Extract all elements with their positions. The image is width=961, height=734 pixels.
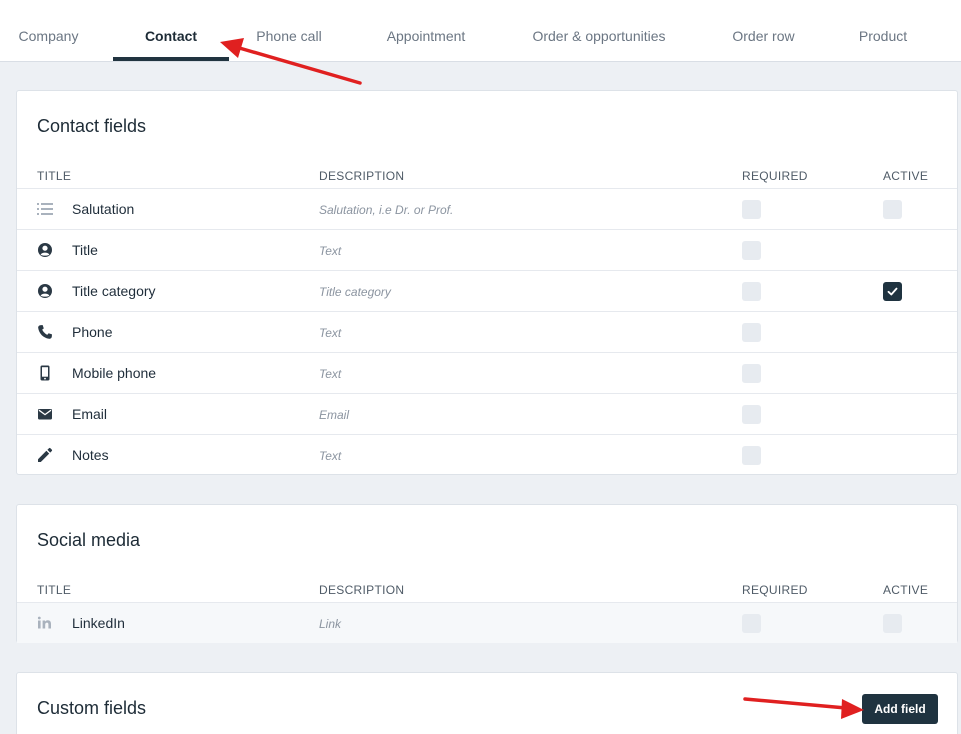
required-checkbox[interactable]	[742, 282, 761, 301]
field-row-title-category: Title category Title category	[17, 270, 957, 311]
custom-fields-title: Custom fields	[37, 698, 147, 718]
mobile-phone-icon	[37, 365, 53, 381]
column-active-header: ACTIVE	[883, 583, 929, 597]
custom-fields-card: Custom fields Add field	[16, 672, 958, 734]
field-description: Title category	[319, 285, 391, 299]
required-checkbox[interactable]	[742, 614, 761, 633]
field-row-phone: Phone Text	[17, 311, 957, 352]
active-tab-indicator	[113, 57, 229, 61]
tab-order-opportunities[interactable]: Order & opportunities	[513, 0, 685, 61]
envelope-icon	[37, 406, 53, 422]
tab-product[interactable]: Product	[843, 0, 923, 61]
active-checkbox[interactable]	[883, 614, 902, 633]
column-description-header: DESCRIPTION	[319, 169, 405, 183]
column-required-header: REQUIRED	[742, 169, 808, 183]
field-title: Salutation	[72, 201, 135, 217]
active-checkbox-checked[interactable]	[883, 282, 902, 301]
required-checkbox[interactable]	[742, 323, 761, 342]
required-checkbox[interactable]	[742, 364, 761, 383]
social-media-title: Social media	[37, 530, 141, 550]
user-circle-icon	[37, 283, 53, 299]
field-row-email: Email Email	[17, 393, 957, 434]
field-title: Title category	[72, 283, 156, 299]
column-description-header: DESCRIPTION	[319, 583, 405, 597]
field-title: Mobile phone	[72, 365, 157, 381]
add-field-button[interactable]: Add field	[862, 694, 938, 724]
column-title-header: TITLE	[37, 169, 72, 183]
tab-phone-call[interactable]: Phone call	[240, 0, 338, 61]
list-icon	[37, 201, 53, 217]
column-required-header: REQUIRED	[742, 583, 808, 597]
social-media-card: Social media TITLE DESCRIPTION REQUIRED …	[16, 504, 958, 643]
field-title: LinkedIn	[72, 615, 125, 631]
tab-appointment[interactable]: Appointment	[370, 0, 482, 61]
linkedin-icon	[37, 615, 53, 631]
field-description: Text	[319, 449, 342, 463]
field-title: Email	[72, 406, 108, 422]
field-row-title: Title Text	[17, 229, 957, 270]
column-title-header: TITLE	[37, 583, 72, 597]
field-row-linkedin: LinkedIn Link	[17, 602, 957, 643]
user-circle-icon	[37, 242, 53, 258]
contact-fields-title: Contact fields	[37, 116, 147, 136]
field-description: Text	[319, 244, 342, 258]
active-checkbox[interactable]	[883, 200, 902, 219]
field-description: Text	[319, 326, 342, 340]
required-checkbox[interactable]	[742, 405, 761, 424]
tab-company[interactable]: Company	[0, 0, 97, 61]
settings-tab-bar: Company Contact Phone call Appointment O…	[0, 0, 961, 62]
contact-fields-card: Contact fields TITLE DESCRIPTION REQUIRE…	[16, 90, 958, 475]
pencil-icon	[37, 447, 53, 463]
field-row-notes: Notes Text	[17, 434, 957, 475]
required-checkbox[interactable]	[742, 446, 761, 465]
required-checkbox[interactable]	[742, 241, 761, 260]
required-checkbox[interactable]	[742, 200, 761, 219]
field-description: Salutation, i.e Dr. or Prof.	[319, 203, 454, 217]
tab-order-row[interactable]: Order row	[716, 0, 811, 61]
tab-contact[interactable]: Contact	[113, 0, 229, 61]
checkmark-icon	[887, 287, 898, 296]
field-description: Link	[319, 617, 342, 631]
field-description: Email	[319, 408, 350, 422]
field-title: Phone	[72, 324, 113, 340]
phone-icon	[37, 324, 53, 340]
field-row-salutation: Salutation Salutation, i.e Dr. or Prof.	[17, 188, 957, 229]
field-description: Text	[319, 367, 342, 381]
field-title: Notes	[72, 447, 109, 463]
column-active-header: ACTIVE	[883, 169, 929, 183]
field-title: Title	[72, 242, 98, 258]
field-row-mobile-phone: Mobile phone Text	[17, 352, 957, 393]
